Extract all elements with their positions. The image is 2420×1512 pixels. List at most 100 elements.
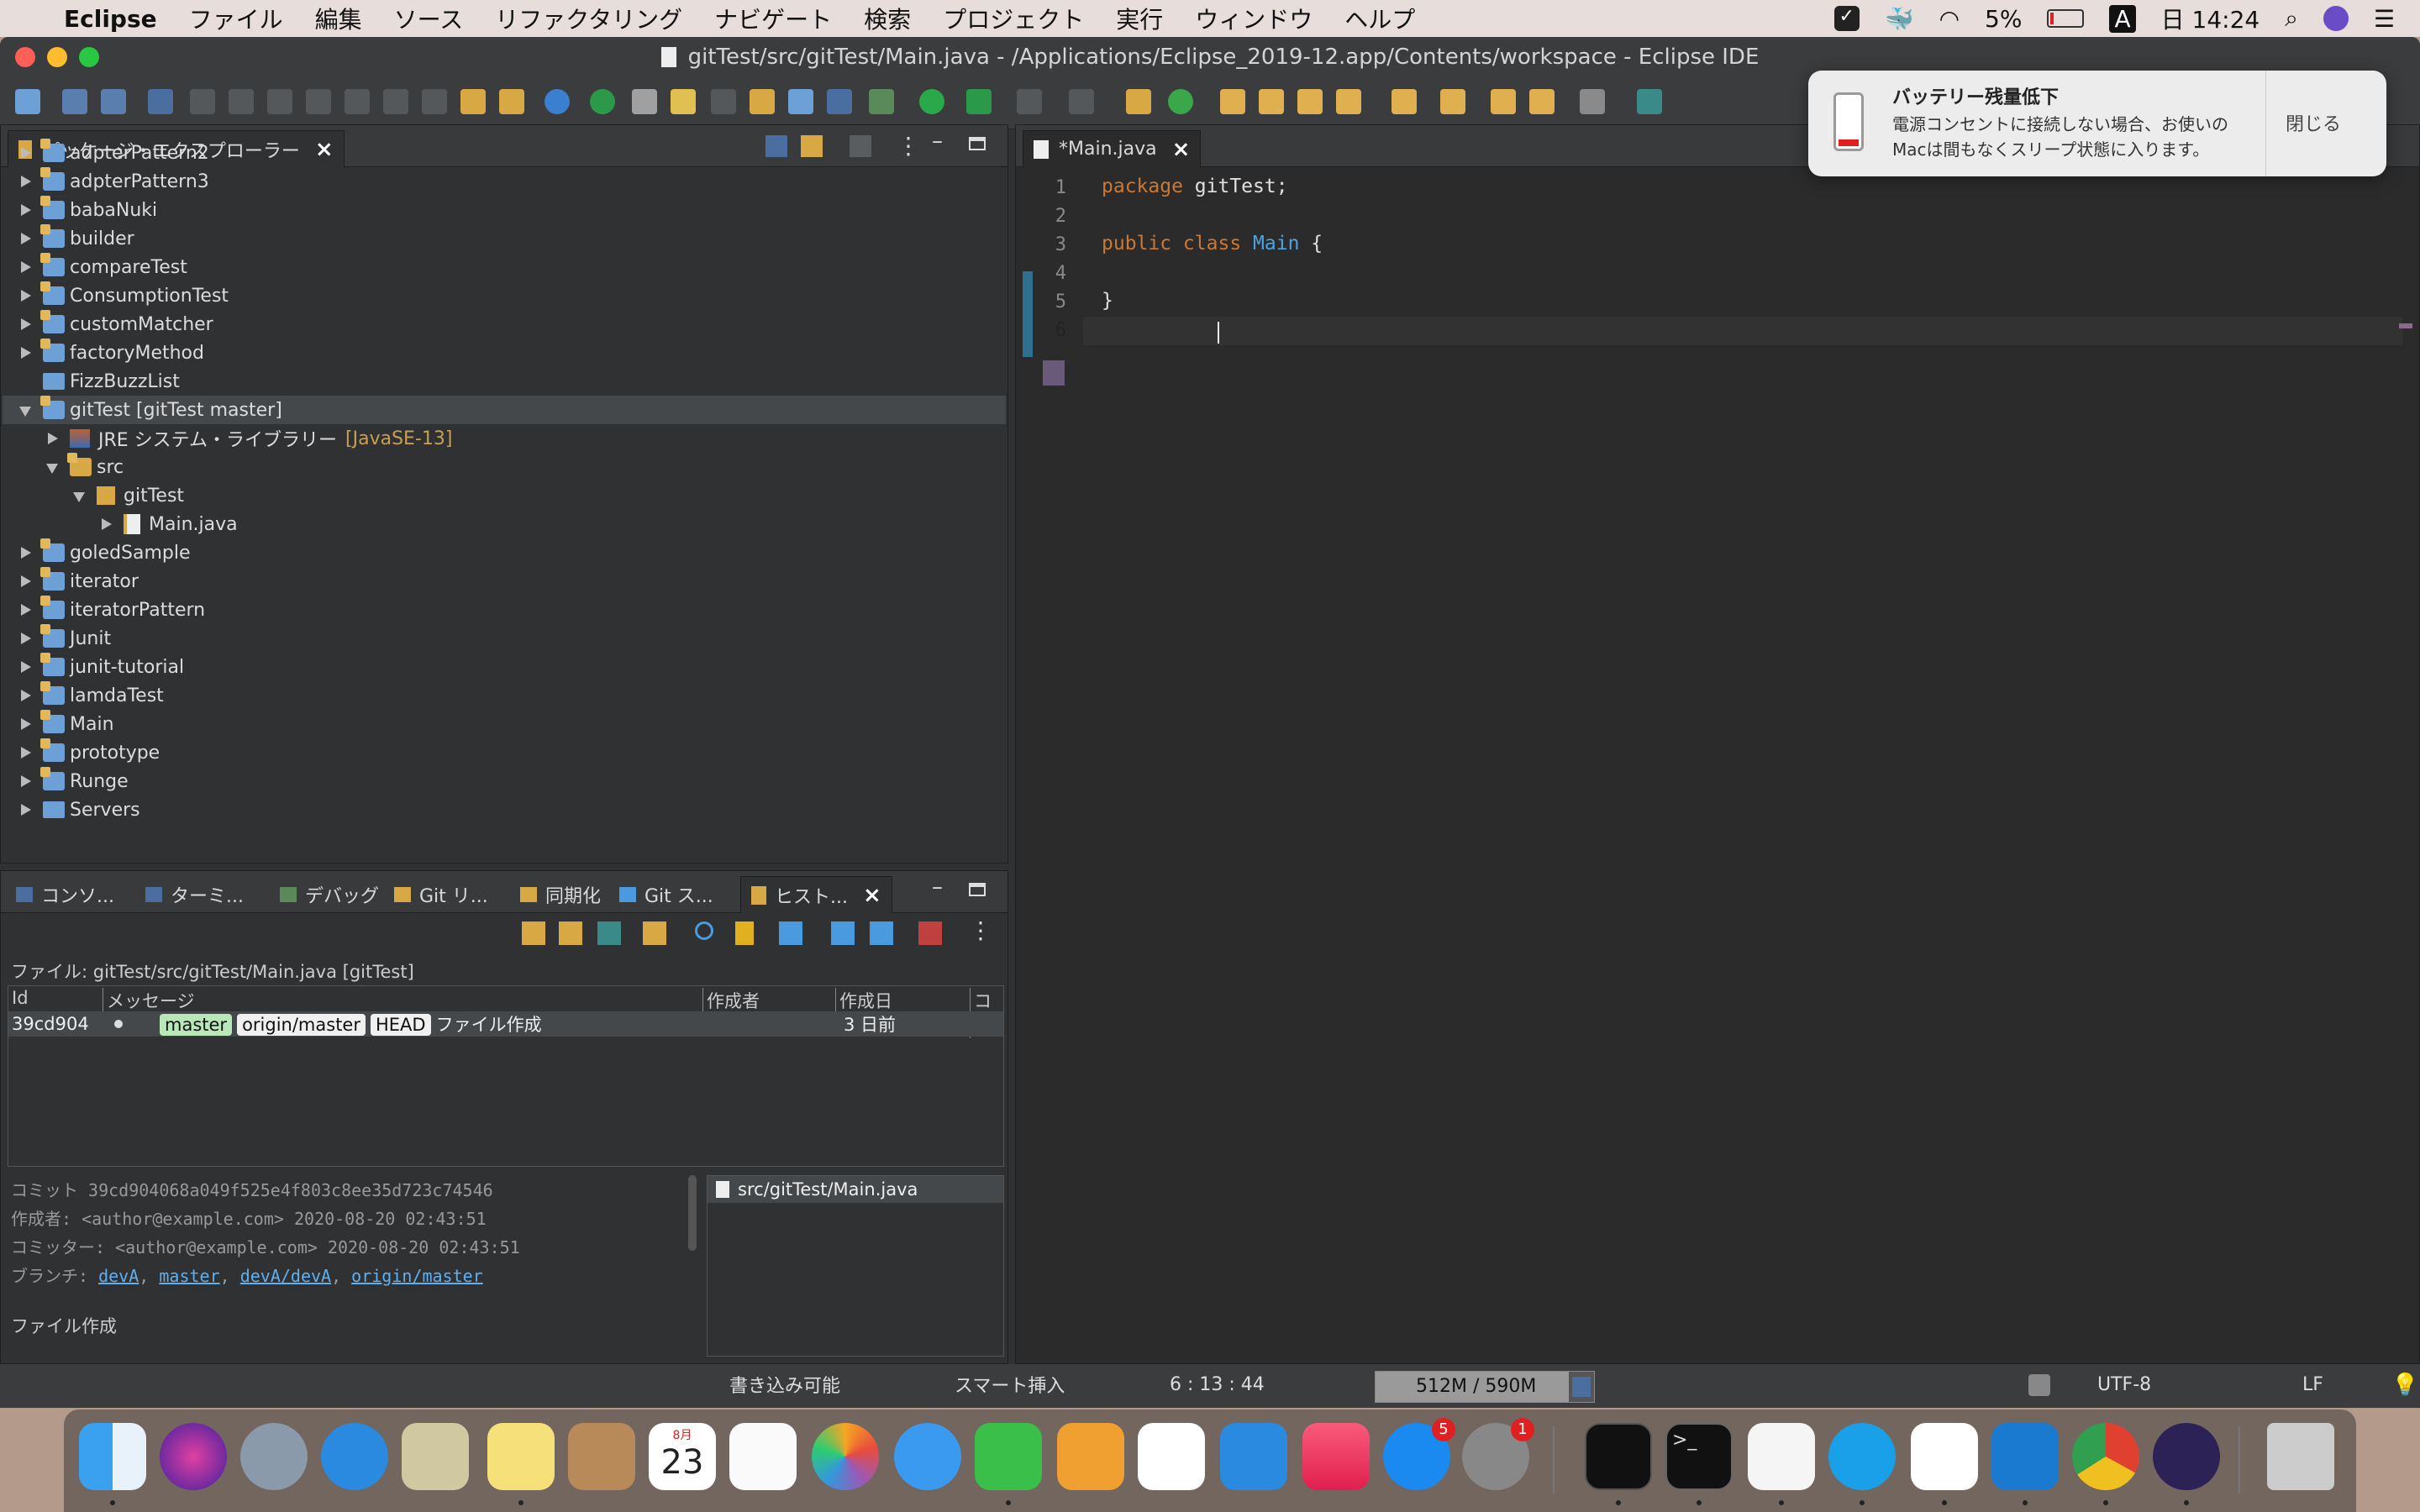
tree-item[interactable]: Main.java (100, 510, 238, 538)
terminal-icon[interactable] (148, 89, 173, 114)
maximize-icon[interactable] (969, 883, 986, 896)
collapse-icon[interactable] (831, 921, 855, 945)
tab-git-repos[interactable]: Git リ... (384, 876, 498, 913)
slack-icon[interactable] (1911, 1423, 1978, 1490)
status-line-ending[interactable]: LF (2302, 1374, 2323, 1395)
view-menu-icon[interactable]: ⋮ (897, 132, 920, 160)
view-menu-icon[interactable]: ⋮ (969, 916, 992, 944)
clock[interactable]: 日 14:24 (2161, 2, 2260, 35)
expand-icon[interactable] (19, 547, 31, 559)
minimize-icon[interactable]: – (932, 874, 943, 900)
expand-icon[interactable] (19, 633, 31, 644)
table-row[interactable]: 39cd904 master origin/master HEAD ファイル作成 3 … (8, 1011, 1003, 1037)
tree-item[interactable]: builder (19, 224, 134, 253)
safari-icon[interactable] (321, 1423, 388, 1490)
column-header[interactable]: Id (12, 988, 29, 1008)
scrollbar[interactable] (688, 1175, 697, 1251)
expand-icon[interactable] (19, 233, 31, 244)
tab-git-staging[interactable]: Git ス... (609, 876, 723, 913)
tree-item[interactable]: babaNuki (19, 196, 157, 224)
open-type-icon[interactable] (711, 89, 736, 114)
column-header[interactable]: 作成者 (702, 988, 760, 1013)
battery-icon[interactable] (2047, 9, 2085, 28)
use-step-filters-icon[interactable] (499, 89, 524, 114)
photos-icon[interactable] (812, 1423, 879, 1490)
tab-history[interactable]: ヒスト... × (740, 876, 892, 913)
launchpad-icon[interactable] (240, 1423, 308, 1490)
tree-item-selected[interactable]: gitTest [gitTest master] (3, 396, 1006, 424)
tree-item[interactable]: iteratorPattern (19, 596, 205, 624)
step-return-icon[interactable] (422, 89, 447, 114)
run-icon[interactable] (919, 89, 944, 114)
heap-status[interactable]: 512M / 590M (1375, 1371, 1595, 1403)
refresh-icon[interactable] (522, 921, 545, 945)
tree-item[interactable]: junit-tutorial (19, 653, 184, 681)
skype-icon[interactable] (1828, 1423, 1896, 1490)
open-folder-icon[interactable] (1220, 89, 1245, 114)
tree-item[interactable]: adpterPattern2 (19, 139, 209, 167)
tab-debug[interactable]: デバッグ (270, 876, 389, 913)
garbage-collect-icon[interactable] (1572, 1377, 1591, 1397)
tree-item[interactable]: prototype (19, 738, 160, 767)
last-edit-icon[interactable] (1491, 89, 1516, 114)
zoom-window-button[interactable] (79, 47, 99, 67)
expand-icon[interactable] (19, 204, 31, 216)
activity-monitor-icon[interactable] (1585, 1423, 1652, 1490)
link-editor-icon[interactable] (801, 135, 823, 157)
tree-item[interactable]: compareTest (19, 253, 187, 281)
branch-icon[interactable] (918, 921, 942, 945)
branch-link[interactable]: origin/master (351, 1266, 483, 1286)
expand-icon[interactable] (19, 261, 31, 273)
expand-icon[interactable] (19, 347, 31, 359)
collapse-icon[interactable] (19, 404, 31, 417)
tree-item[interactable]: src (46, 453, 124, 481)
close-icon[interactable]: × (315, 137, 334, 162)
siri-icon[interactable] (2323, 6, 2349, 31)
wifi-icon[interactable]: ◠ (1939, 5, 1960, 33)
debug-icon[interactable] (869, 89, 894, 114)
menu-project[interactable]: プロジェクト (943, 2, 1084, 35)
merge-icon[interactable] (870, 921, 893, 945)
code-area[interactable]: package gitTest; public class Main { } (1083, 172, 2402, 1348)
tab-terminal[interactable]: ターミ... (135, 876, 254, 913)
battery-percent[interactable]: 5% (1985, 5, 2022, 33)
expand-icon[interactable] (19, 575, 31, 587)
notification-close-button[interactable]: 閉じる (2286, 109, 2341, 136)
tree-item[interactable]: goledSample (19, 538, 191, 567)
minimize-icon[interactable]: – (932, 129, 943, 154)
expand-icon[interactable] (19, 318, 31, 330)
save-all-icon[interactable] (101, 89, 126, 114)
drop-frame-icon[interactable] (460, 89, 486, 114)
external-tools-icon[interactable] (1017, 89, 1042, 114)
search-icon[interactable] (695, 921, 713, 940)
status-encoding[interactable]: UTF-8 (2097, 1374, 2151, 1395)
open-folder2-icon[interactable] (1259, 89, 1284, 114)
expand-icon[interactable] (19, 718, 31, 730)
step-over-icon[interactable] (383, 89, 408, 114)
suspend-icon[interactable] (229, 89, 254, 114)
gear-icon[interactable] (544, 89, 570, 114)
spotlight-icon[interactable]: ⌕ (2285, 4, 2298, 33)
expand-icon[interactable] (46, 433, 58, 444)
show-whitespace-icon[interactable] (827, 89, 852, 114)
show-all-branches-icon[interactable] (643, 921, 666, 945)
tree-item[interactable]: ConsumptionTest (19, 281, 229, 310)
tree-item[interactable]: Main (19, 710, 114, 738)
tree-item[interactable]: adpterPattern3 (19, 167, 209, 196)
compare-mode-icon[interactable] (597, 921, 621, 945)
tab-main-java[interactable]: *Main.java × (1023, 130, 1202, 167)
expand-icon[interactable] (19, 747, 31, 759)
tab-synchronize[interactable]: 同期化 (510, 876, 611, 913)
power-icon[interactable] (590, 89, 615, 114)
menu-file[interactable]: ファイル (189, 2, 283, 35)
branch-link[interactable]: devA/devA (240, 1266, 331, 1286)
notes-icon[interactable] (487, 1423, 555, 1490)
menu-search[interactable]: 検索 (864, 2, 911, 35)
open-task-icon[interactable] (750, 89, 775, 114)
toggle-block-icon[interactable] (788, 89, 813, 114)
expand-icon[interactable] (19, 775, 31, 787)
lightbulb-icon[interactable]: 💡 (2391, 1373, 2418, 1398)
collapse-icon[interactable] (46, 461, 58, 474)
collapse-icon[interactable] (73, 490, 85, 502)
tree-item[interactable]: JRE システム・ライブラリー [JavaSE-13] (46, 424, 452, 453)
